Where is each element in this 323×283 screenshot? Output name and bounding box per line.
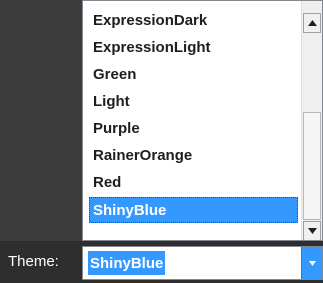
list-item-shinyblue[interactable]: ShinyBlue — [89, 197, 298, 223]
list-item-label: Green — [93, 65, 137, 83]
list-item-label: ExpressionLight — [93, 38, 211, 56]
list-item-rainerorange[interactable]: RainerOrange — [89, 142, 298, 168]
list-item-purple[interactable]: Purple — [89, 115, 298, 141]
dropdown-scrollbar[interactable] — [301, 1, 322, 240]
theme-combobox[interactable]: ShinyBlue — [82, 246, 323, 280]
list-item-label: Red — [93, 173, 122, 191]
chevron-down-icon — [308, 260, 316, 266]
theme-label: Theme: — [8, 252, 59, 270]
list-item-label: ExpressionDark — [93, 11, 208, 29]
list-item-green[interactable]: Green — [89, 61, 298, 87]
triangle-down-icon — [307, 228, 317, 234]
triangle-up-icon — [307, 20, 317, 26]
scroll-up-button[interactable] — [303, 13, 321, 33]
list-item-label: Purple — [93, 119, 140, 137]
scroll-down-button[interactable] — [303, 221, 321, 240]
list-item-label: ShinyBlue — [93, 201, 167, 219]
list-item-expressionlight[interactable]: ExpressionLight — [89, 34, 298, 60]
list-item-label: Light — [93, 92, 130, 110]
list-item-expressiondark[interactable]: ExpressionDark — [89, 7, 298, 33]
list-item-label: RainerOrange — [93, 146, 193, 164]
theme-dropdown-list[interactable]: ExpressionDark ExpressionLight Green Lig… — [82, 0, 323, 241]
combobox-dropdown-button[interactable] — [301, 247, 322, 279]
theme-combobox-value: ShinyBlue — [88, 251, 166, 275]
list-item-light[interactable]: Light — [89, 88, 298, 114]
left-panel — [0, 0, 82, 241]
scrollbar-thumb[interactable] — [303, 112, 321, 220]
list-item-red[interactable]: Red — [89, 169, 298, 195]
